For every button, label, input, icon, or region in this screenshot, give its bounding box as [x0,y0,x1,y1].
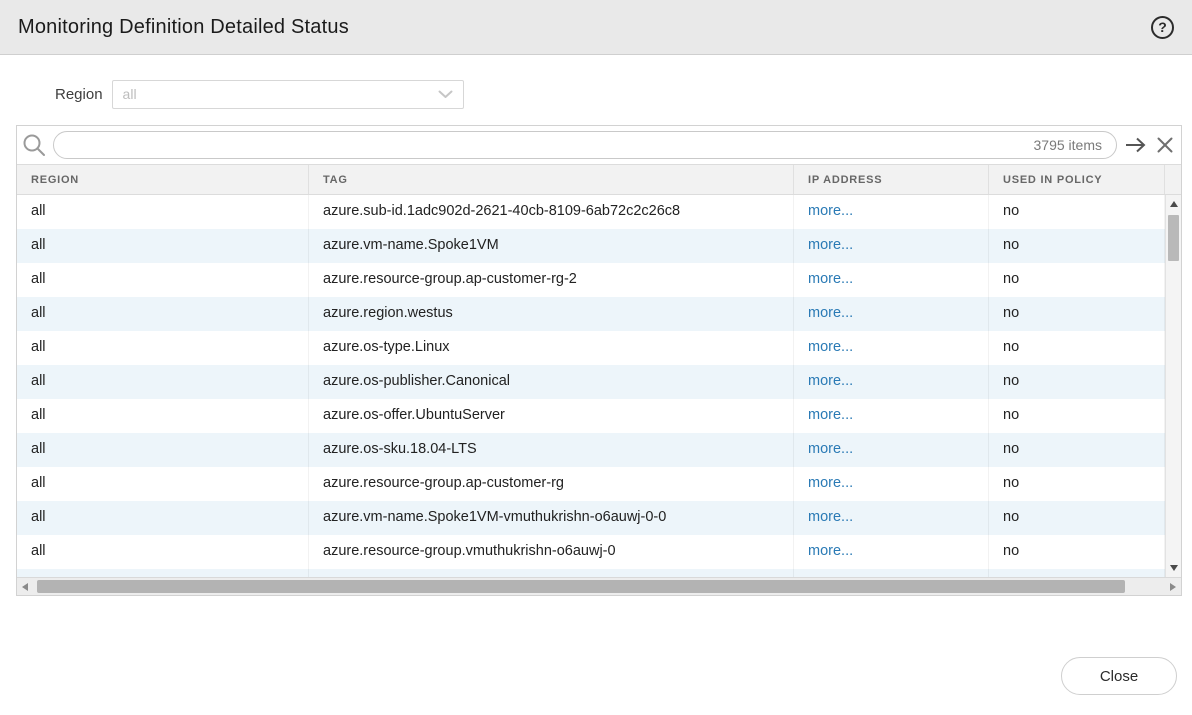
table-row[interactable]: all azure.os-publisher.Canonical more...… [17,365,1165,399]
page-title: Monitoring Definition Detailed Status [18,16,1151,39]
ip-address-more-link[interactable]: more... [808,305,853,321]
scroll-down-arrow-icon[interactable] [1170,565,1178,571]
vertical-scrollbar[interactable] [1165,195,1181,577]
cell-region: all [17,365,309,399]
cell-used-in-policy: no [989,263,1165,297]
table-row[interactable]: all azure.resource-group.ap-customer-rg … [17,467,1165,501]
cell-region: all [17,501,309,535]
ip-address-more-link[interactable]: more... [808,475,853,491]
cell-used-in-policy: no [989,365,1165,399]
column-header-used-in-policy[interactable]: USED IN POLICY [989,165,1165,194]
cell-used-in-policy: no [989,569,1165,577]
scroll-left-arrow-icon[interactable] [22,583,28,591]
table-row[interactable]: all azure.resource-group.ap-customer-rg-… [17,263,1165,297]
cell-region: all [17,399,309,433]
region-select-value: all [123,86,438,102]
table-row[interactable]: all azure.region.eastus more... no [17,569,1165,577]
cell-tag: azure.vm-name.Spoke1VM-vmuthukrishn-o6au… [309,501,794,535]
ip-address-more-link[interactable]: more... [808,509,853,525]
region-filter-row: Region all [55,79,1192,109]
ip-address-more-link[interactable]: more... [808,441,853,457]
cell-region: all [17,331,309,365]
table-row[interactable]: all azure.vm-name.Spoke1VM-vmuthukrishn-… [17,501,1165,535]
cell-tag: azure.region.westus [309,297,794,331]
cell-tag: azure.vm-name.Spoke1VM [309,229,794,263]
apply-filter-arrow-icon[interactable] [1123,136,1149,154]
close-button[interactable]: Close [1061,657,1177,695]
cell-tag: azure.resource-group.ap-customer-rg-2 [309,263,794,297]
cell-region: all [17,297,309,331]
cell-tag: azure.region.eastus [309,569,794,577]
scroll-right-arrow-icon[interactable] [1170,583,1176,591]
column-header-tag[interactable]: TAG [309,165,794,194]
cell-used-in-policy: no [989,433,1165,467]
search-input-wrap: 3795 items [53,131,1117,159]
ip-address-more-link[interactable]: more... [808,543,853,559]
cell-used-in-policy: no [989,399,1165,433]
cell-used-in-policy: no [989,229,1165,263]
search-icon [21,132,47,158]
cell-tag: azure.resource-group.ap-customer-rg [309,467,794,501]
table-row[interactable]: all azure.resource-group.vmuthukrishn-o6… [17,535,1165,569]
ip-address-more-link[interactable]: more... [808,203,853,219]
cell-region: all [17,569,309,577]
search-input[interactable] [68,137,1034,153]
clear-filter-x-icon[interactable] [1155,135,1175,155]
region-label: Region [55,86,103,103]
region-select[interactable]: all [112,80,464,109]
table-row[interactable]: all azure.region.westus more... no [17,297,1165,331]
cell-region: all [17,467,309,501]
cell-tag: azure.sub-id.1adc902d-2621-40cb-8109-6ab… [309,195,794,229]
ip-address-more-link[interactable]: more... [808,271,853,287]
cell-region: all [17,195,309,229]
table-body: all azure.sub-id.1adc902d-2621-40cb-8109… [17,195,1165,577]
chevron-down-icon [438,90,453,99]
table-row[interactable]: all azure.vm-name.Spoke1VM more... no [17,229,1165,263]
vertical-scrollbar-thumb[interactable] [1168,215,1179,261]
table-row[interactable]: all azure.os-offer.UbuntuServer more... … [17,399,1165,433]
scroll-up-arrow-icon[interactable] [1170,201,1178,207]
ip-address-more-link[interactable]: more... [808,373,853,389]
cell-used-in-policy: no [989,297,1165,331]
cell-used-in-policy: no [989,331,1165,365]
cell-used-in-policy: no [989,195,1165,229]
cell-used-in-policy: no [989,501,1165,535]
dialog-header: Monitoring Definition Detailed Status ? [0,0,1192,55]
ip-address-more-link[interactable]: more... [808,407,853,423]
horizontal-scrollbar-thumb[interactable] [37,580,1125,593]
ip-address-more-link[interactable]: more... [808,339,853,355]
results-panel: 3795 items REGION TAG IP ADDRESS USED IN… [16,125,1182,596]
column-header-region[interactable]: REGION [17,165,309,194]
table-row[interactable]: all azure.os-type.Linux more... no [17,331,1165,365]
cell-region: all [17,229,309,263]
ip-address-more-link[interactable]: more... [808,237,853,253]
cell-tag: azure.os-offer.UbuntuServer [309,399,794,433]
table-header-row: REGION TAG IP ADDRESS USED IN POLICY [17,164,1181,195]
cell-tag: azure.os-type.Linux [309,331,794,365]
cell-used-in-policy: no [989,467,1165,501]
help-icon[interactable]: ? [1151,16,1174,39]
cell-region: all [17,263,309,297]
cell-region: all [17,535,309,569]
horizontal-scrollbar[interactable] [17,577,1181,595]
cell-region: all [17,433,309,467]
cell-tag: azure.os-sku.18.04-LTS [309,433,794,467]
header-scrollbar-spacer [1165,165,1181,194]
cell-tag: azure.resource-group.vmuthukrishn-o6auwj… [309,535,794,569]
items-count: 3795 items [1034,137,1102,153]
cell-tag: azure.os-publisher.Canonical [309,365,794,399]
column-header-ip-address[interactable]: IP ADDRESS [794,165,989,194]
search-row: 3795 items [17,126,1181,164]
table-body-wrap: all azure.sub-id.1adc902d-2621-40cb-8109… [17,195,1181,577]
table-row[interactable]: all azure.os-sku.18.04-LTS more... no [17,433,1165,467]
cell-used-in-policy: no [989,535,1165,569]
table-row[interactable]: all azure.sub-id.1adc902d-2621-40cb-8109… [17,195,1165,229]
